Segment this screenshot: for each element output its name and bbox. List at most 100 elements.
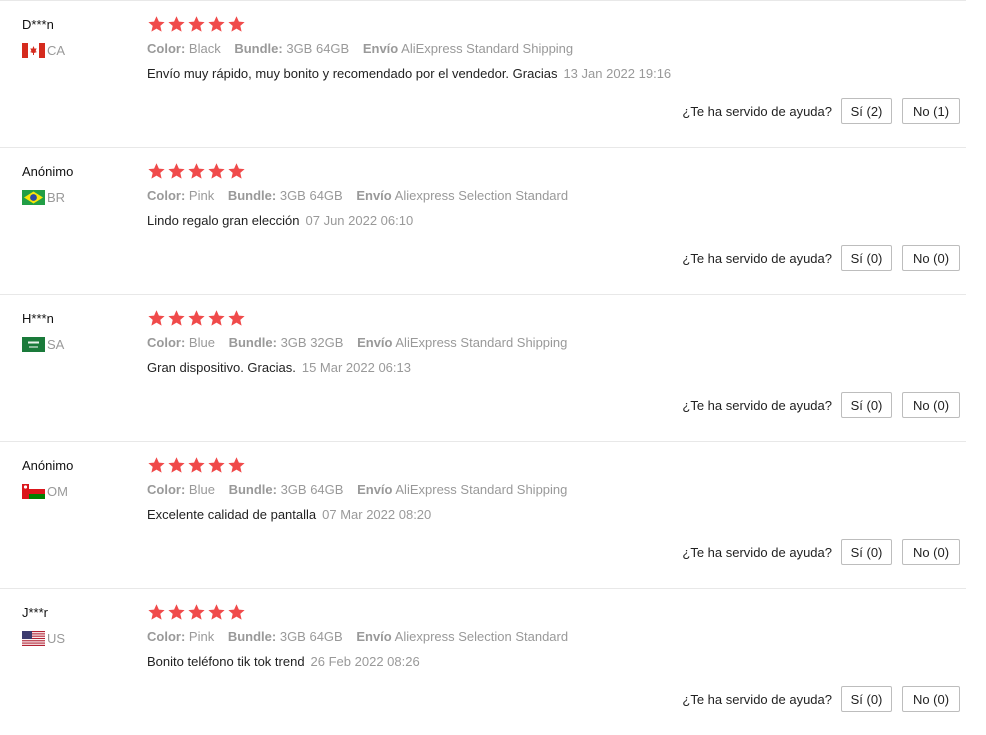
shipping-label: Envío: [356, 629, 392, 644]
brazil-flag-icon: [22, 189, 45, 205]
star-icon: [207, 15, 226, 34]
review-item: H***n SA Color: Blue Bundle: 3GB 32GB En…: [0, 294, 986, 442]
bundle-label: Bundle:: [228, 335, 277, 350]
review-text: Excelente calidad de pantalla 07 Mar 2022…: [147, 507, 431, 522]
star-icon: [147, 603, 166, 622]
helpful-section: ¿Te ha servido de ayuda? Sí (0) No (0): [682, 538, 986, 566]
review-date: 26 Feb 2022 08:26: [310, 654, 420, 669]
bundle-label: Bundle:: [227, 188, 277, 203]
star-icon: [147, 15, 166, 34]
reviewer-name: J***r: [22, 605, 49, 620]
star-icon: [147, 456, 166, 475]
helpful-yes-button[interactable]: Sí (0): [841, 392, 892, 418]
helpful-section: ¿Te ha servido de ayuda? Sí (2) No (1): [682, 97, 986, 125]
helpful-yes-button[interactable]: Sí (0): [841, 539, 892, 565]
star-rating: [147, 456, 246, 475]
review-attributes: Color: Pink Bundle: 3GB 64GB Envío Aliex…: [147, 188, 578, 203]
color-value: Pink: [188, 629, 215, 644]
review-date: 07 Mar 2022 08:20: [322, 507, 432, 522]
review-body: Excelente calidad de pantalla: [147, 507, 317, 522]
country-code: BR: [47, 189, 66, 205]
color-value: Pink: [188, 188, 215, 203]
color-label: Color:: [147, 629, 186, 644]
review-item: D***n CA Color: Black Bundle: 3GB 64GB E…: [0, 0, 986, 148]
helpful-yes-button[interactable]: Sí (0): [841, 245, 892, 271]
oman-flag-icon: [22, 483, 45, 499]
star-icon: [187, 456, 206, 475]
star-icon: [167, 162, 186, 181]
shipping-label: Envío: [357, 335, 393, 350]
color-label: Color:: [147, 482, 186, 497]
shipping-value: AliExpress Standard Shipping: [395, 335, 568, 350]
helpful-question: ¿Te ha servido de ayuda?: [682, 250, 832, 266]
helpful-yes-button[interactable]: Sí (0): [841, 686, 892, 712]
review-list: D***n CA Color: Black Bundle: 3GB 64GB E…: [0, 0, 986, 735]
helpful-no-button[interactable]: No (0): [902, 392, 960, 418]
star-rating: [147, 603, 246, 622]
review-item: Anónimo OM Color: Blue Bundle: 3GB 64GB …: [0, 441, 986, 589]
shipping-value: Aliexpress Selection Standard: [394, 188, 569, 203]
country-code: SA: [47, 336, 65, 352]
star-icon: [227, 162, 246, 181]
shipping-label: Envío: [357, 482, 393, 497]
star-icon: [167, 309, 186, 328]
country-code: OM: [47, 483, 68, 499]
usa-flag-icon: [22, 630, 45, 646]
star-icon: [187, 309, 206, 328]
star-icon: [227, 309, 246, 328]
helpful-question: ¿Te ha servido de ayuda?: [682, 397, 832, 413]
saudi-arabia-flag-icon: [22, 336, 45, 352]
shipping-value: AliExpress Standard Shipping: [395, 482, 568, 497]
star-icon: [207, 456, 226, 475]
star-rating: [147, 309, 246, 328]
review-date: 07 Jun 2022 06:10: [305, 213, 414, 228]
bundle-value: 3GB 64GB: [279, 188, 343, 203]
review-body: Gran dispositivo. Gracias.: [147, 360, 296, 375]
reviewer-country: CA: [22, 42, 65, 58]
bundle-value: 3GB 64GB: [280, 482, 344, 497]
shipping-label: Envío: [362, 41, 399, 56]
helpful-question: ¿Te ha servido de ayuda?: [682, 544, 832, 560]
star-icon: [147, 162, 166, 181]
star-icon: [187, 603, 206, 622]
reviewer-country: SA: [22, 336, 64, 352]
bundle-value: 3GB 64GB: [286, 41, 350, 56]
review-attributes: Color: Black Bundle: 3GB 64GB Envío AliE…: [147, 41, 583, 56]
star-icon: [227, 15, 246, 34]
helpful-no-button[interactable]: No (0): [902, 539, 960, 565]
star-rating: [147, 162, 246, 181]
review-attributes: Color: Blue Bundle: 3GB 64GB Envío AliEx…: [147, 482, 577, 497]
review-attributes: Color: Blue Bundle: 3GB 32GB Envío AliEx…: [147, 335, 577, 350]
color-value: Black: [188, 41, 221, 56]
star-icon: [207, 162, 226, 181]
star-icon: [187, 162, 206, 181]
star-icon: [227, 603, 246, 622]
reviewer-country: OM: [22, 483, 68, 499]
bundle-value: 3GB 32GB: [280, 335, 344, 350]
country-code: US: [47, 630, 66, 646]
reviewer-name: D***n: [22, 17, 54, 32]
star-icon: [147, 309, 166, 328]
review-item: Anónimo BR Color: Pink Bundle: 3GB 64GB …: [0, 147, 986, 295]
review-text: Bonito teléfono tik tok trend 26 Feb 2022…: [147, 654, 420, 669]
review-text: Lindo regalo gran elección 07 Jun 2022 06…: [147, 213, 413, 228]
star-icon: [227, 456, 246, 475]
helpful-no-button[interactable]: No (1): [902, 98, 960, 124]
color-label: Color:: [147, 41, 186, 56]
review-text: Gran dispositivo. Gracias. 15 Mar 2022 06…: [147, 360, 411, 375]
color-label: Color:: [147, 335, 186, 350]
reviewer-country: US: [22, 630, 65, 646]
bundle-label: Bundle:: [228, 482, 277, 497]
review-body: Lindo regalo gran elección: [147, 213, 300, 228]
shipping-label: Envío: [356, 188, 392, 203]
color-label: Color:: [147, 188, 186, 203]
helpful-no-button[interactable]: No (0): [902, 686, 960, 712]
review-item: J***r US Color: Pink Bundle: 3GB 64GB En…: [0, 588, 986, 735]
bundle-label: Bundle:: [234, 41, 283, 56]
helpful-no-button[interactable]: No (0): [902, 245, 960, 271]
country-code: CA: [47, 42, 66, 58]
color-value: Blue: [188, 335, 215, 350]
star-icon: [167, 603, 186, 622]
helpful-yes-button[interactable]: Sí (2): [841, 98, 892, 124]
reviewer-country: BR: [22, 189, 65, 205]
